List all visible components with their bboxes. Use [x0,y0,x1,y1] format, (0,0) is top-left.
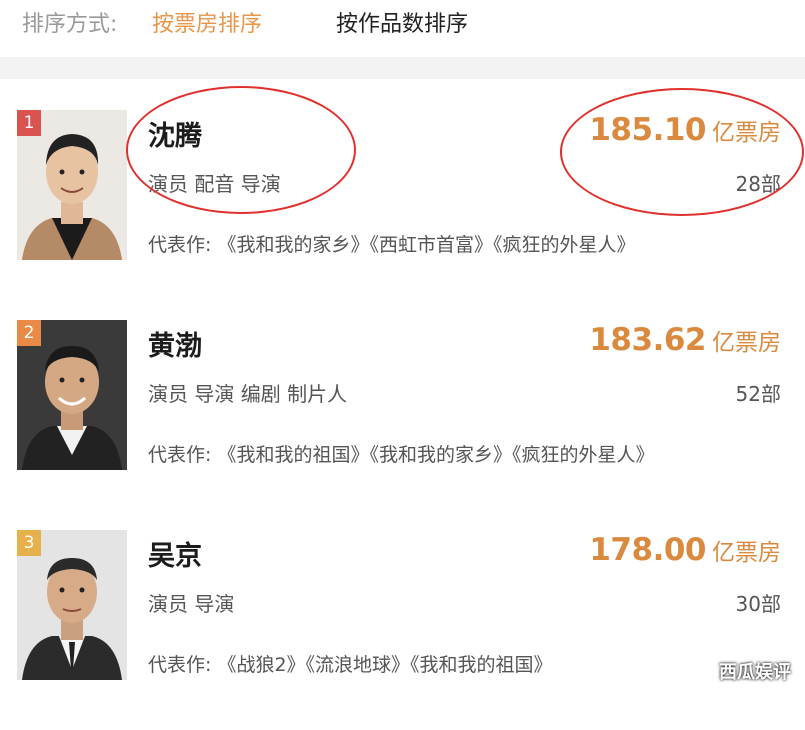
sort-by-works-count-tab[interactable]: 按作品数排序 [336,6,468,38]
person-name: 吴京 [148,541,202,572]
rank-badge: 3 [17,530,41,556]
rank-badge: 2 [17,320,41,346]
annotation-circle-box-office [560,88,804,216]
works-list: 《我和我的祖国》《我和我的家乡》《疯狂的外星人》 [217,444,655,466]
box-office-unit: 亿票房 [712,540,781,566]
watermark: 西瓜娱评 [719,662,791,683]
works-label: 代表作: [148,654,212,676]
works-label: 代表作: [148,234,212,256]
section-divider [0,57,805,79]
person-roles: 演员 导演 编剧 制片人 [148,382,348,406]
annotation-circle-name [126,86,356,214]
representative-works: 代表作: 《战狼2》《流浪地球》《我和我的祖国》 [148,650,553,677]
works-list: 《战狼2》《流浪地球》《我和我的祖国》 [217,654,553,676]
works-label: 代表作: [148,444,212,466]
rank-badge: 1 [17,110,41,136]
sort-bar: 排序方式: 按票房排序 按作品数排序 [0,0,805,40]
box-office: 178.00 亿票房 [589,532,781,568]
works-count: 30部 [735,592,781,616]
representative-works: 代表作: 《我和我的祖国》《我和我的家乡》《疯狂的外星人》 [148,440,654,467]
box-office-value: 183.62 [589,322,706,358]
box-office: 183.62 亿票房 [589,322,781,358]
sort-label: 排序方式: [22,12,118,37]
person-roles: 演员 导演 [148,592,235,616]
ranking-item-2[interactable]: 2 黄渤 演员 导演 编剧 制片人 代表作: 《我和我的祖国》《我和我的家乡》《… [0,320,805,520]
works-list: 《我和我的家乡》《西虹市首富》《疯狂的外星人》 [217,234,636,256]
box-office-value: 178.00 [589,532,706,568]
ranking-item-3[interactable]: 3 吴京 演员 导演 代表作: 《战狼2》《流浪地球》《我和我的祖国》 178.… [0,530,805,730]
box-office-unit: 亿票房 [712,330,781,356]
person-name: 黄渤 [148,331,202,362]
representative-works: 代表作: 《我和我的家乡》《西虹市首富》《疯狂的外星人》 [148,230,635,257]
sort-by-box-office-tab[interactable]: 按票房排序 [152,6,262,38]
works-count: 52部 [735,382,781,406]
